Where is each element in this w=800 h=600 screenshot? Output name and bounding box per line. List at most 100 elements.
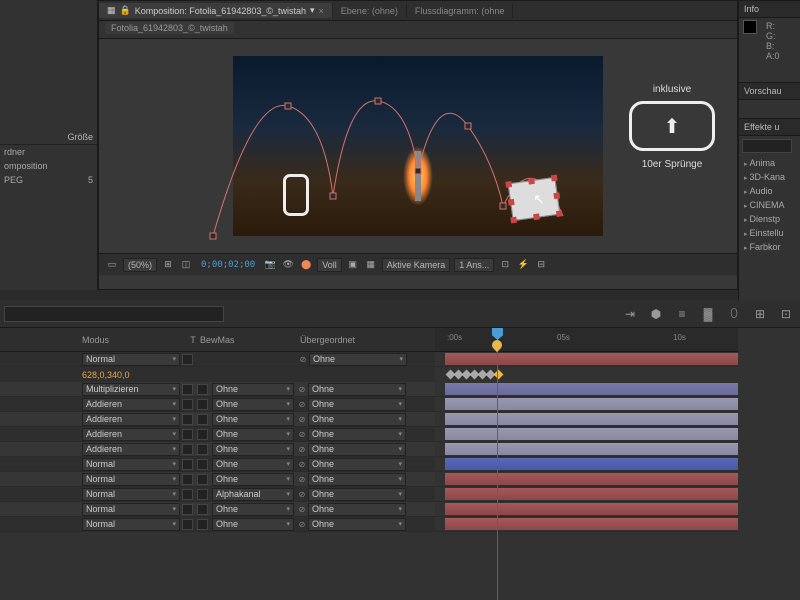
pickwhip-icon[interactable]: ⊘ <box>296 460 308 469</box>
3d-icon[interactable]: ⬢ <box>646 304 666 324</box>
views-dropdown[interactable]: 1 Ans... <box>454 258 494 272</box>
effect-category[interactable]: CINEMA <box>739 198 800 212</box>
layer-bar[interactable] <box>435 412 738 427</box>
color-swatch[interactable] <box>743 20 757 34</box>
effect-category[interactable]: Einstellu <box>739 226 800 240</box>
pickwhip-icon[interactable]: ⊘ <box>296 490 308 499</box>
effect-category[interactable]: Audio <box>739 184 800 198</box>
blend-mode-dropdown[interactable]: Normal <box>82 518 180 531</box>
blend-mode-dropdown[interactable]: Normal <box>82 503 180 516</box>
pickwhip-icon[interactable]: ⊘ <box>296 415 308 424</box>
t-checkbox[interactable] <box>182 354 193 365</box>
layer-row[interactable]: Addieren Ohne⊘Ohne <box>0 397 435 412</box>
panel-menu-icon[interactable]: ▦ <box>107 5 116 16</box>
col-parent[interactable]: Übergeordnet <box>300 335 420 345</box>
t-checkbox[interactable] <box>182 504 193 515</box>
trackmatte-dropdown[interactable]: Ohne <box>212 473 294 486</box>
resolution-dropdown[interactable]: Voll <box>317 258 342 272</box>
effect-category[interactable]: Dienstp <box>739 212 800 226</box>
tab-flowchart[interactable]: Flussdiagramm: (ohne <box>407 4 514 18</box>
color-icon[interactable]: ⬤ <box>299 258 313 272</box>
effect-category[interactable]: Anima <box>739 156 800 170</box>
trackmatte-dropdown[interactable]: Ohne <box>212 518 294 531</box>
blend-mode-dropdown[interactable]: Addieren <box>82 443 180 456</box>
motion-blur-icon[interactable]: ▓ <box>698 304 718 324</box>
parent-dropdown[interactable]: Ohne <box>309 353 407 366</box>
matte-checkbox[interactable] <box>197 504 208 515</box>
t-checkbox[interactable] <box>182 444 193 455</box>
matte-checkbox[interactable] <box>197 384 208 395</box>
layer-bar[interactable] <box>435 502 738 517</box>
matte-checkbox[interactable] <box>197 474 208 485</box>
comp-breadcrumb[interactable]: Fotolia_61942803_©_twistah <box>99 21 737 39</box>
shy-icon[interactable]: ⇥ <box>620 304 640 324</box>
trackmatte-dropdown[interactable]: Ohne <box>212 398 294 411</box>
always-preview-icon[interactable]: ▭ <box>105 258 119 272</box>
layer-bar[interactable] <box>435 382 738 397</box>
parent-dropdown[interactable]: Ohne <box>308 383 406 396</box>
pickwhip-icon[interactable]: ⊘ <box>296 520 308 529</box>
blend-mode-dropdown[interactable]: Multiplizieren <box>82 383 180 396</box>
layer-bar[interactable] <box>435 472 738 487</box>
t-checkbox[interactable] <box>182 474 193 485</box>
blend-mode-dropdown[interactable]: Addieren <box>82 398 180 411</box>
frame-blend-icon[interactable]: ≡ <box>672 304 692 324</box>
pickwhip-icon[interactable]: ⊘ <box>296 400 308 409</box>
zoom-dropdown[interactable]: (50%) <box>123 258 157 272</box>
col-bewmas[interactable]: BewMas <box>200 335 300 345</box>
parent-dropdown[interactable]: Ohne <box>308 398 406 411</box>
layer-row[interactable]: AddierenOhne⊘Ohne <box>0 427 435 442</box>
pickwhip-icon[interactable]: ⊘ <box>296 430 308 439</box>
t-checkbox[interactable] <box>182 414 193 425</box>
layer-bar[interactable] <box>435 427 738 442</box>
matte-checkbox[interactable] <box>197 519 208 530</box>
blend-mode-dropdown[interactable]: Normal <box>82 473 180 486</box>
layer-row[interactable]: Multiplizieren Ohne⊘Ohne <box>0 382 435 397</box>
snapshot-icon[interactable]: 📷 <box>263 258 277 272</box>
graph-editor-icon[interactable]: ⊞ <box>750 304 770 324</box>
camera-dropdown[interactable]: Aktive Kamera <box>382 258 451 272</box>
matte-checkbox[interactable] <box>197 414 208 425</box>
tab-layer[interactable]: Ebene: (ohne) <box>333 4 407 18</box>
tab-dropdown-icon[interactable]: ▾ <box>310 5 315 16</box>
pickwhip-icon[interactable]: ⊘ <box>296 385 308 394</box>
channel-icon[interactable]: 👁 <box>281 258 295 272</box>
expand-icon[interactable]: ⊡ <box>776 304 796 324</box>
layer-bar[interactable] <box>435 517 738 532</box>
parent-dropdown[interactable]: Ohne <box>308 458 406 471</box>
pixel-aspect-icon[interactable]: ⊡ <box>498 258 512 272</box>
layer-bar[interactable] <box>435 442 738 457</box>
effects-panel-header[interactable]: Effekte u <box>739 118 800 136</box>
trackmatte-dropdown[interactable]: Alphakanal <box>212 488 294 501</box>
preview-panel-header[interactable]: Vorschau <box>739 82 800 100</box>
project-item[interactable]: rdner <box>0 145 97 159</box>
time-ruler[interactable]: :00s 05s 10s <box>435 328 738 352</box>
layer-row[interactable]: NormalAlphakanal⊘Ohne <box>0 487 435 502</box>
matte-checkbox[interactable] <box>197 444 208 455</box>
layer-row[interactable]: AddierenOhne⊘Ohne <box>0 412 435 427</box>
trackmatte-dropdown[interactable]: Ohne <box>212 383 294 396</box>
project-item[interactable]: omposition <box>0 159 97 173</box>
brain-icon[interactable]: ⬯ <box>724 304 744 324</box>
trackmatte-dropdown[interactable]: Ohne <box>212 413 294 426</box>
layer-row[interactable]: NormalOhne⊘Ohne <box>0 472 435 487</box>
layer-bar[interactable] <box>435 487 738 502</box>
playhead[interactable] <box>497 330 498 600</box>
pickwhip-icon[interactable]: ⊘ <box>296 505 308 514</box>
parent-dropdown[interactable]: Ohne <box>308 503 406 516</box>
parent-dropdown[interactable]: Ohne <box>308 443 406 456</box>
col-modus[interactable]: Modus <box>82 335 186 345</box>
t-checkbox[interactable] <box>182 489 193 500</box>
matte-checkbox[interactable] <box>197 429 208 440</box>
lock-icon[interactable]: 🔒 <box>120 5 131 16</box>
layer-row[interactable]: AddierenOhne⊘Ohne <box>0 442 435 457</box>
info-panel-header[interactable]: Info <box>739 0 800 18</box>
blend-mode-dropdown[interactable]: Normal <box>82 353 180 366</box>
parent-dropdown[interactable]: Ohne <box>308 473 406 486</box>
effect-category[interactable]: 3D-Kana <box>739 170 800 184</box>
t-checkbox[interactable] <box>182 429 193 440</box>
parent-dropdown[interactable]: Ohne <box>308 488 406 501</box>
matte-checkbox[interactable] <box>197 459 208 470</box>
viewer[interactable]: ↖ inklusive 10er Sprünge <box>99 39 737 253</box>
layer-bar[interactable] <box>435 457 738 472</box>
